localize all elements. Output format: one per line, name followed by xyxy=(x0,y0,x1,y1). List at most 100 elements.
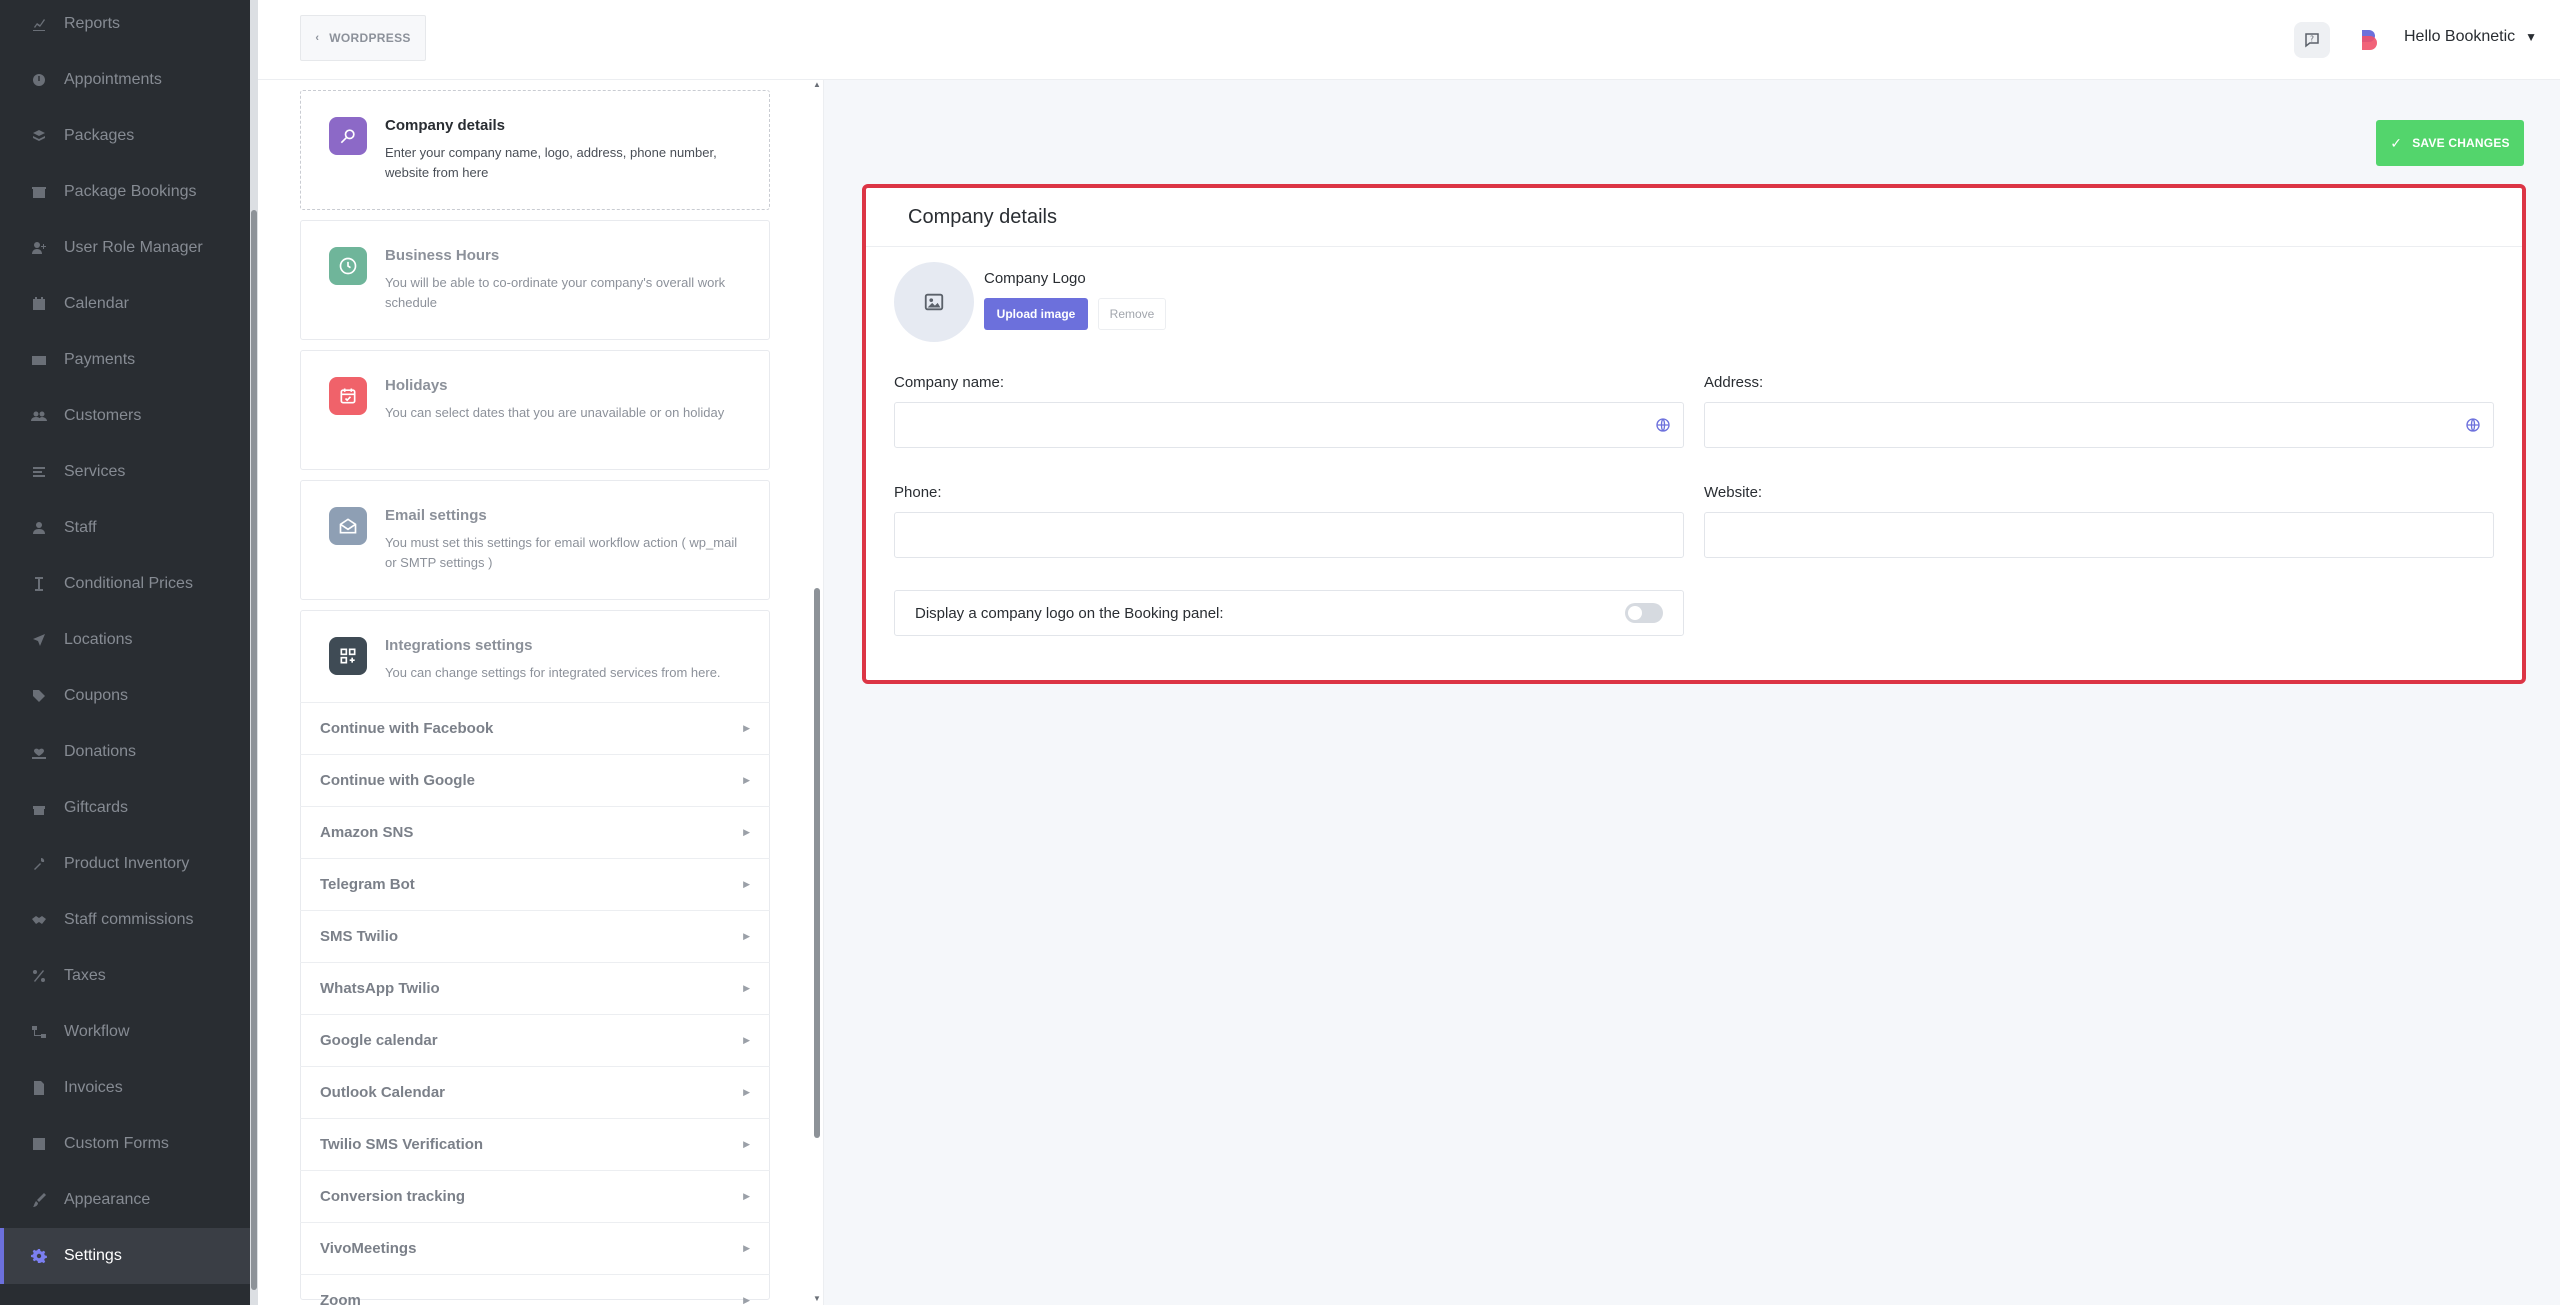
company-name-label: Company name: xyxy=(894,374,1005,391)
sidebar-item-custom-forms[interactable]: Custom Forms xyxy=(0,1116,250,1172)
sidebar-item-appearance[interactable]: Appearance xyxy=(0,1172,250,1228)
integration-item-whatsapp-twilio[interactable]: WhatsApp Twilio ▶ xyxy=(300,962,770,1014)
integration-label: Continue with Facebook xyxy=(320,720,494,737)
globe-translate-icon[interactable] xyxy=(1655,417,1671,433)
company-logo-label: Company Logo xyxy=(984,270,1086,287)
sidebar-item-label: Workflow xyxy=(64,1023,130,1040)
sidebar-item-customers[interactable]: Customers xyxy=(0,388,250,444)
booknetic-logo-icon xyxy=(2362,30,2377,50)
sidebar-scrollbar-thumb[interactable] xyxy=(251,210,257,1290)
caret-right-icon: ▶ xyxy=(743,983,750,993)
gift-icon xyxy=(30,799,48,817)
user-plus-icon xyxy=(30,239,48,257)
sidebar-item-label: Locations xyxy=(64,631,133,648)
topbar: ‹ WORDPRESS ? Hello Booknetic ▼ xyxy=(258,0,2560,80)
settings-card-title: Company details xyxy=(385,117,506,134)
integration-item-amazon-sns[interactable]: Amazon SNS ▶ xyxy=(300,806,770,858)
settings-card-business-hours[interactable]: Business Hours You will be able to co-ord… xyxy=(300,220,770,340)
sidebar-item-label: Donations xyxy=(64,743,137,760)
sidebar-item-label: Appearance xyxy=(64,1191,151,1208)
phone-input[interactable] xyxy=(894,512,1684,558)
scroll-down-icon[interactable]: ▼ xyxy=(813,1294,821,1303)
integration-item-google-calendar[interactable]: Google calendar ▶ xyxy=(300,1014,770,1066)
sidebar-item-donations[interactable]: Donations xyxy=(0,724,250,780)
sidebar-item-locations[interactable]: Locations xyxy=(0,612,250,668)
integration-label: WhatsApp Twilio xyxy=(320,980,440,997)
integration-item-continue-with-facebook[interactable]: Continue with Facebook ▶ xyxy=(300,702,770,754)
caret-right-icon: ▶ xyxy=(743,1139,750,1149)
settings-menu: Company details Enter your company name, … xyxy=(258,80,824,1305)
integration-item-vivomeetings[interactable]: VivoMeetings ▶ xyxy=(300,1222,770,1274)
sidebar-item-services[interactable]: Services xyxy=(0,444,250,500)
integration-label: Twilio SMS Verification xyxy=(320,1136,484,1153)
help-button[interactable]: ? xyxy=(2294,22,2330,58)
settings-card-desc: You can change settings for integrated s… xyxy=(385,665,721,680)
location-arrow-icon xyxy=(30,631,48,649)
sidebar-item-label: Reports xyxy=(64,15,121,32)
caret-right-icon: ▶ xyxy=(743,1087,750,1097)
integration-item-continue-with-google[interactable]: Continue with Google ▶ xyxy=(300,754,770,806)
save-changes-button[interactable]: ✓ SAVE CHANGES xyxy=(2376,120,2524,166)
sidebar-item-label: Staff xyxy=(64,519,97,536)
company-logo-preview xyxy=(894,262,974,342)
sidebar-item-label: Payments xyxy=(64,351,136,368)
sidebar-item-conditional-prices[interactable]: Conditional Prices xyxy=(0,556,250,612)
sidebar-item-calendar[interactable]: Calendar xyxy=(0,276,250,332)
integration-item-outlook-calendar[interactable]: Outlook Calendar ▶ xyxy=(300,1066,770,1118)
sidebar: Reports Appointments Packages Package Booki… xyxy=(0,0,250,1305)
sidebar-item-label: Custom Forms xyxy=(64,1135,169,1152)
settings-card-email-settings[interactable]: Email settings You must set this settings… xyxy=(300,480,770,600)
sidebar-item-taxes[interactable]: Taxes xyxy=(0,948,250,1004)
sidebar-scrollbar[interactable] xyxy=(250,0,258,1305)
settings-card-holidays[interactable]: Holidays You can select dates that you ar… xyxy=(300,350,770,470)
tag-icon xyxy=(30,687,48,705)
sidebar-item-invoices[interactable]: Invoices xyxy=(0,1060,250,1116)
users-icon xyxy=(30,407,48,425)
website-input[interactable] xyxy=(1704,512,2494,558)
integration-item-zoom[interactable]: Zoom ▶ xyxy=(300,1274,770,1305)
sidebar-item-staff-commissions[interactable]: Staff commissions xyxy=(0,892,250,948)
sidebar-item-reports[interactable]: Reports xyxy=(0,0,250,52)
settings-card-company-details[interactable]: Company details Enter your company name, … xyxy=(300,90,770,210)
integration-label: Amazon SNS xyxy=(320,824,414,841)
wordpress-back-button[interactable]: ‹ WORDPRESS xyxy=(300,15,426,61)
settings-card-desc: You can select dates that you are unavai… xyxy=(385,405,725,420)
user-menu[interactable]: Hello Booknetic ▼ xyxy=(2404,28,2537,46)
remove-image-button[interactable]: Remove xyxy=(1098,298,1166,330)
settings-menu-scrollbar[interactable]: ▲ ▼ xyxy=(812,80,822,1305)
brush-icon xyxy=(30,1191,48,1209)
sidebar-item-label: Conditional Prices xyxy=(64,575,193,592)
globe-translate-icon[interactable] xyxy=(2465,417,2481,433)
address-input[interactable] xyxy=(1704,402,2494,448)
clock-icon xyxy=(30,71,48,89)
sidebar-item-workflow[interactable]: Workflow xyxy=(0,1004,250,1060)
upload-image-button[interactable]: Upload image xyxy=(984,298,1088,330)
check-icon: ✓ xyxy=(2390,134,2403,151)
integration-item-conversion-tracking[interactable]: Conversion tracking ▶ xyxy=(300,1170,770,1222)
sidebar-item-label: Giftcards xyxy=(64,799,129,816)
sidebar-item-giftcards[interactable]: Giftcards xyxy=(0,780,250,836)
sidebar-item-user-role-manager[interactable]: User Role Manager xyxy=(0,220,250,276)
settings-menu-scrollbar-thumb[interactable] xyxy=(814,588,820,1138)
sidebar-item-staff[interactable]: Staff xyxy=(0,500,250,556)
sidebar-item-payments[interactable]: Payments xyxy=(0,332,250,388)
integration-item-sms-twilio[interactable]: SMS Twilio ▶ xyxy=(300,910,770,962)
sidebar-item-package-bookings[interactable]: Package Bookings xyxy=(0,164,250,220)
settings-card-title: Holidays xyxy=(385,377,448,394)
sidebar-item-label: Calendar xyxy=(64,295,129,312)
company-details-icon xyxy=(329,117,367,155)
scroll-up-icon[interactable]: ▲ xyxy=(813,80,821,89)
display-logo-toggle[interactable] xyxy=(1625,603,1663,623)
integration-item-telegram-bot[interactable]: Telegram Bot ▶ xyxy=(300,858,770,910)
sidebar-item-label: Invoices xyxy=(64,1079,123,1096)
sidebar-item-packages[interactable]: Packages xyxy=(0,108,250,164)
integration-item-twilio-sms-verification[interactable]: Twilio SMS Verification ▶ xyxy=(300,1118,770,1170)
sidebar-item-settings[interactable]: Settings xyxy=(0,1228,250,1284)
sidebar-item-coupons[interactable]: Coupons xyxy=(0,668,250,724)
company-name-input[interactable] xyxy=(894,402,1684,448)
wordpress-back-label: WORDPRESS xyxy=(329,31,411,45)
sidebar-item-appointments[interactable]: Appointments xyxy=(0,52,250,108)
integration-label: Continue with Google xyxy=(320,772,475,789)
sidebar-item-label: Product Inventory xyxy=(64,855,190,872)
sidebar-item-product-inventory[interactable]: Product Inventory xyxy=(0,836,250,892)
